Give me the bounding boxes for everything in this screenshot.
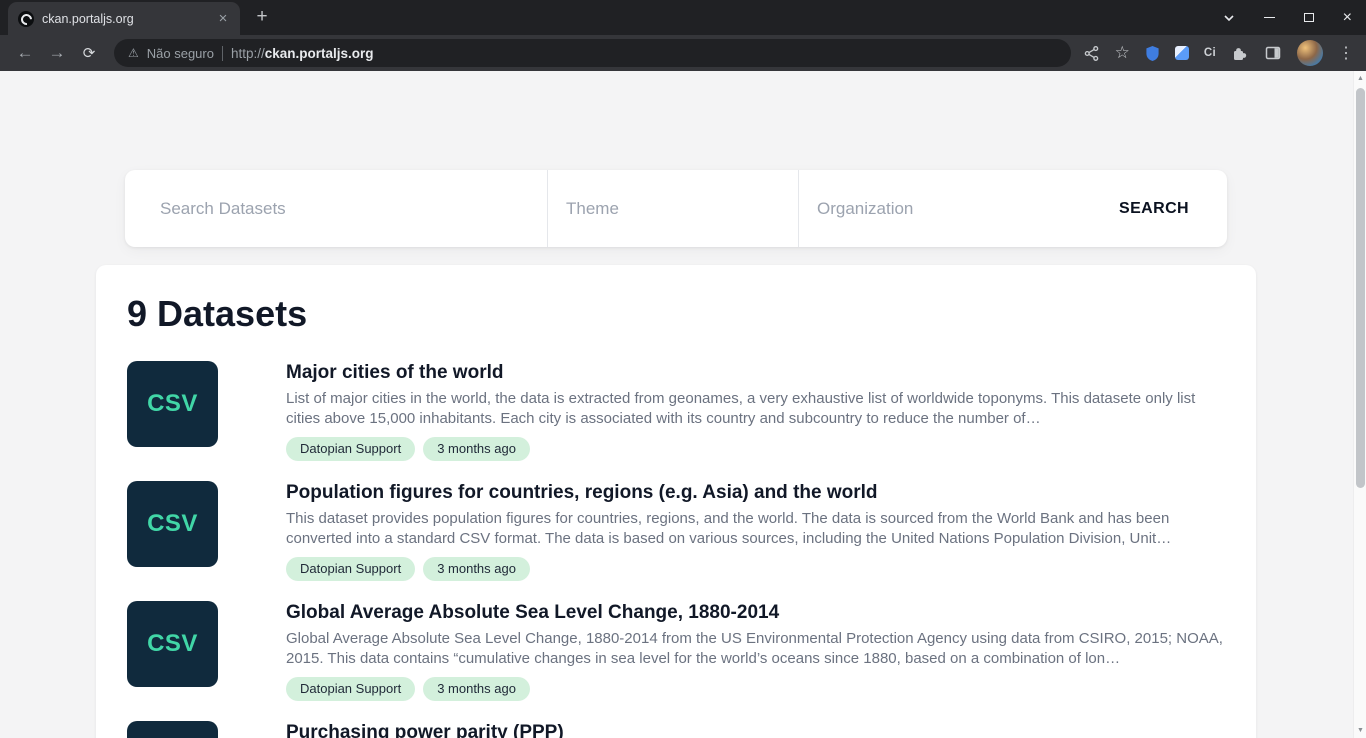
tab-list-chevron-icon[interactable] [1223, 14, 1235, 22]
format-badge-csv: CSV [127, 361, 218, 447]
dataset-list: CSV Major cities of the world List of ma… [127, 361, 1224, 738]
url-domain: ckan.portaljs.org [265, 46, 374, 61]
page-viewport: ▲ ▼ SEARCH 9 Datasets CSV [0, 71, 1366, 738]
minimize-button[interactable] [1264, 17, 1275, 18]
dataset-description: This dataset provides population figures… [286, 509, 1224, 549]
url-scheme: http:// [231, 46, 265, 61]
address-bar[interactable]: ⚠ Não seguro http://ckan.portaljs.org [114, 39, 1071, 67]
forward-button[interactable]: → [42, 38, 72, 68]
title-bar: ckan.portaljs.org × + × [0, 0, 1366, 35]
dataset-row[interactable]: CSV Global Average Absolute Sea Level Ch… [127, 601, 1224, 701]
security-label: Não seguro [147, 46, 214, 61]
dataset-title[interactable]: Population figures for countries, region… [286, 481, 1224, 504]
results-card: 9 Datasets CSV Major cities of the world… [96, 265, 1256, 738]
page-url: http://ckan.portaljs.org [231, 46, 374, 61]
browser-window: ckan.portaljs.org × + × ← → ⟳ ⚠ Não segu… [0, 0, 1366, 738]
tag-pill-support: Datopian Support [286, 677, 415, 701]
dataset-row[interactable]: CSV Purchasing power parity (PPP) [127, 721, 1224, 738]
browser-toolbar: ← → ⟳ ⚠ Não seguro http://ckan.portaljs.… [0, 35, 1366, 71]
reload-button[interactable]: ⟳ [74, 38, 104, 68]
dataset-row[interactable]: CSV Major cities of the world List of ma… [127, 361, 1224, 461]
dataset-title[interactable]: Global Average Absolute Sea Level Change… [286, 601, 1224, 624]
browser-tab[interactable]: ckan.portaljs.org × [8, 2, 240, 35]
extensions-puzzle-icon[interactable] [1231, 44, 1249, 62]
tab-favicon-icon [18, 11, 34, 27]
tag-pill-age: 3 months ago [423, 677, 530, 701]
scroll-thumb[interactable] [1356, 88, 1365, 488]
search-datasets-input[interactable] [160, 199, 527, 219]
dataset-title[interactable]: Purchasing power parity (PPP) [286, 721, 1224, 738]
search-button[interactable]: SEARCH [1081, 170, 1227, 247]
share-icon[interactable] [1083, 45, 1100, 62]
extension-icon-blue[interactable] [1175, 46, 1189, 60]
tag-pill-age: 3 months ago [423, 557, 530, 581]
shield-extension-icon[interactable] [1145, 45, 1160, 62]
tag-pill-age: 3 months ago [423, 437, 530, 461]
scroll-down-icon[interactable]: ▼ [1354, 727, 1366, 734]
tag-pill-support: Datopian Support [286, 437, 415, 461]
extension-icon-letters[interactable]: Ci [1204, 47, 1216, 59]
dataset-description: List of major cities in the world, the d… [286, 389, 1224, 429]
dataset-title[interactable]: Major cities of the world [286, 361, 1224, 384]
tab-title: ckan.portaljs.org [42, 12, 206, 26]
side-panel-icon[interactable] [1264, 44, 1282, 62]
search-field-datasets [125, 170, 547, 247]
not-secure-warning-icon[interactable]: ⚠ [128, 46, 139, 60]
page-scrollbar[interactable]: ▲ ▼ [1353, 71, 1366, 738]
search-field-theme [548, 170, 798, 247]
search-field-organization [799, 170, 1049, 247]
profile-avatar[interactable] [1297, 40, 1323, 66]
dataset-description: Global Average Absolute Sea Level Change… [286, 629, 1224, 669]
bookmark-star-icon[interactable]: ☆ [1115, 43, 1130, 63]
organization-input[interactable] [817, 199, 1031, 219]
window-close-button[interactable]: × [1343, 11, 1352, 25]
new-tab-button[interactable]: + [248, 4, 276, 32]
address-separator [222, 46, 223, 61]
tag-pill-support: Datopian Support [286, 557, 415, 581]
tab-close-icon[interactable]: × [214, 10, 232, 28]
format-badge-csv: CSV [127, 481, 218, 567]
back-button[interactable]: ← [10, 38, 40, 68]
theme-input[interactable] [566, 199, 780, 219]
search-card: SEARCH [125, 170, 1227, 247]
format-badge-csv: CSV [127, 601, 218, 687]
format-badge-csv: CSV [127, 721, 218, 738]
menu-kebab-icon[interactable]: ⋮ [1338, 43, 1354, 63]
restore-button[interactable] [1304, 13, 1314, 22]
scroll-up-icon[interactable]: ▲ [1354, 75, 1366, 82]
dataset-row[interactable]: CSV Population figures for countries, re… [127, 481, 1224, 581]
results-heading: 9 Datasets [127, 293, 1224, 335]
